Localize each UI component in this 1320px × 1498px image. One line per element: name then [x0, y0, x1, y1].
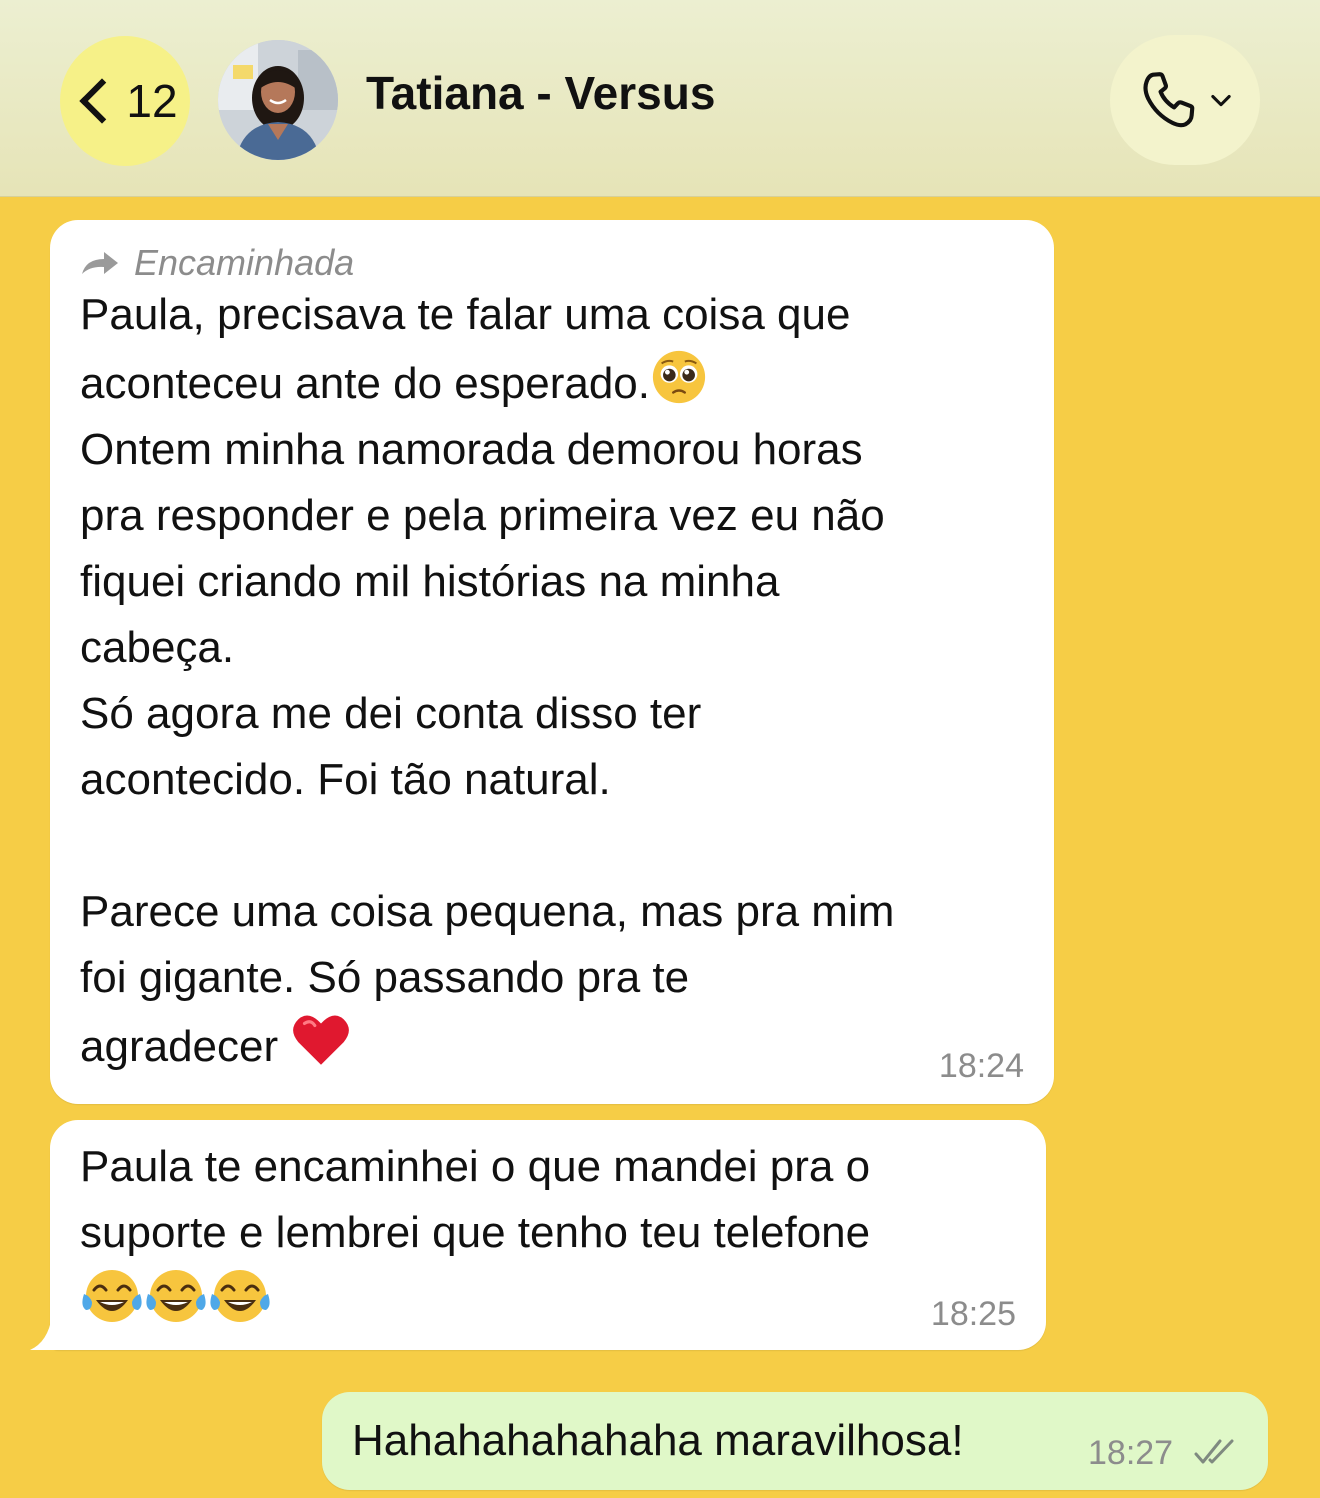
unread-count: 12 [126, 75, 178, 127]
chevron-left-icon [79, 78, 126, 124]
forwarded-indicator: Encaminhada [80, 242, 354, 284]
message-text-part: Paula, precisava te falar uma coisa que … [80, 290, 851, 408]
back-button[interactable]: 12 [60, 36, 190, 166]
tears-of-joy-icon [82, 1270, 142, 1322]
double-check-icon [1194, 1439, 1234, 1464]
message-bubble[interactable]: Encaminhada Paula, precisava te falar um… [50, 220, 1054, 1104]
tears-of-joy-icon [146, 1270, 206, 1322]
message-time: 18:27 [1088, 1434, 1174, 1472]
message-time: 18:25 [930, 1295, 1016, 1333]
chat-header: 12 Tatiana - Versus [0, 0, 1320, 197]
avatar[interactable] [218, 40, 338, 160]
forwarded-label: Encaminhada [134, 242, 355, 283]
message-bubble-outgoing[interactable]: Hahahahahahaha maravilhosa! 18:27 [322, 1392, 1268, 1490]
message-text-part: Paula te encaminhei o que mandei pra o s… [80, 1142, 871, 1257]
phone-icon [1143, 72, 1195, 128]
red-heart-icon [293, 1015, 350, 1065]
chevron-down-icon [1211, 94, 1231, 107]
tears-of-joy-icon [210, 1270, 270, 1322]
call-button[interactable] [1110, 35, 1260, 165]
message-time: 18:24 [938, 1047, 1024, 1085]
message-bubble[interactable]: Paula te encaminhei o que mandei pra o s… [30, 1120, 1046, 1350]
message-text-part: Ontem minha namorada demorou horas pra r… [80, 425, 895, 1071]
pleading-face-icon [652, 350, 706, 404]
bubble-tail [30, 1316, 70, 1350]
message-text: Hahahahahahaha maravilhosa! [352, 1416, 964, 1465]
forward-arrow-icon [82, 252, 118, 274]
message-text: Paula, precisava te falar uma coisa que … [80, 282, 1040, 1080]
contact-name[interactable]: Tatiana - Versus [366, 66, 715, 120]
message-text: Paula te encaminhei o que mandei pra o s… [80, 1134, 1030, 1337]
